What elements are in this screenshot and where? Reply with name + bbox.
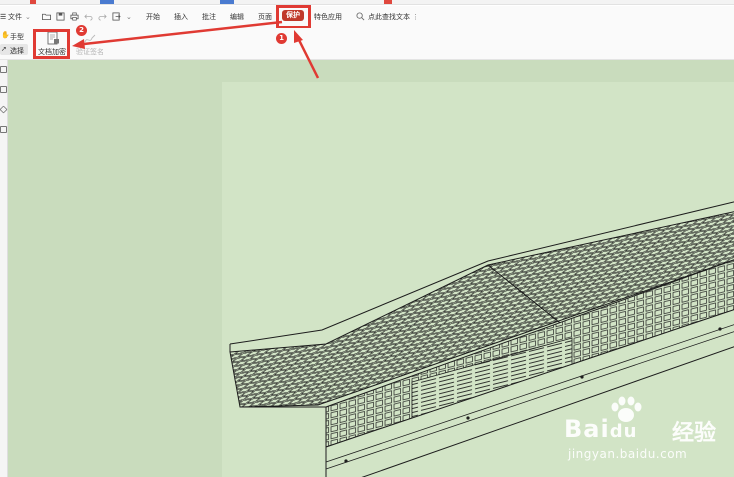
- tab-start[interactable]: 开始: [146, 11, 160, 23]
- tab-page[interactable]: 页面: [258, 11, 272, 23]
- verify-signature-label[interactable]: 验证签名: [76, 47, 104, 57]
- watermark-brand: Baidu: [564, 415, 638, 443]
- protect-tab-highlight: [276, 5, 311, 29]
- step-2-badge: 2: [76, 25, 87, 36]
- tab-insert[interactable]: 插入: [174, 11, 188, 23]
- tab-edit[interactable]: 编辑: [230, 11, 244, 23]
- annotation-icon[interactable]: [0, 105, 8, 114]
- file-menu[interactable]: 文件: [8, 11, 22, 23]
- step-1-badge: 1: [276, 33, 287, 44]
- tab-color-marker: [30, 0, 36, 4]
- save-icon[interactable]: [56, 12, 65, 21]
- thumbnail-icon[interactable]: [0, 66, 7, 73]
- left-sidebar: [0, 60, 8, 477]
- select-tool-label: 选择: [10, 47, 24, 55]
- baidu-jingyan-watermark: Baidu 经验 jingyan.baidu.com: [560, 395, 734, 477]
- hamburger-icon[interactable]: ☰: [0, 11, 6, 23]
- export-icon[interactable]: [112, 12, 121, 21]
- redo-icon[interactable]: [98, 12, 107, 21]
- menu-bar: ☰ 文件 ⌄ ⌄ 开始 插入 批注 编辑 页面 特色应用 点此查找文本 ⋮: [0, 6, 734, 28]
- encrypt-button-highlight: [33, 29, 70, 59]
- attachment-icon[interactable]: [0, 126, 7, 133]
- undo-icon[interactable]: [84, 12, 93, 21]
- chevron-down-icon[interactable]: ⌄: [25, 11, 31, 23]
- tab-color-marker: [220, 0, 234, 4]
- cursor-arrow-icon: ➚: [1, 45, 7, 53]
- watermark-jingyan: 经验: [672, 421, 717, 446]
- hand-tool-label[interactable]: 手型: [10, 32, 24, 42]
- more-options-icon[interactable]: ⋮: [412, 11, 419, 23]
- open-folder-icon[interactable]: [42, 12, 51, 21]
- tab-color-marker: [384, 0, 392, 4]
- hand-tool-icon[interactable]: ✋: [1, 31, 10, 39]
- ribbon-toolbar: ✋ 手型 ➚ 选择 文档加密 验证签名: [0, 28, 734, 60]
- tab-color-marker: [100, 0, 114, 4]
- search-text-button[interactable]: 点此查找文本: [368, 11, 410, 23]
- tab-comment[interactable]: 批注: [202, 11, 216, 23]
- watermark-url: jingyan.baidu.com: [568, 447, 688, 461]
- browser-tab-strip: [0, 0, 734, 5]
- print-icon[interactable]: [70, 12, 79, 21]
- search-icon[interactable]: [356, 12, 365, 21]
- quick-access-more-icon[interactable]: ⌄: [126, 11, 132, 23]
- tab-special-apps[interactable]: 特色应用: [314, 11, 342, 23]
- bookmark-icon[interactable]: [0, 86, 7, 93]
